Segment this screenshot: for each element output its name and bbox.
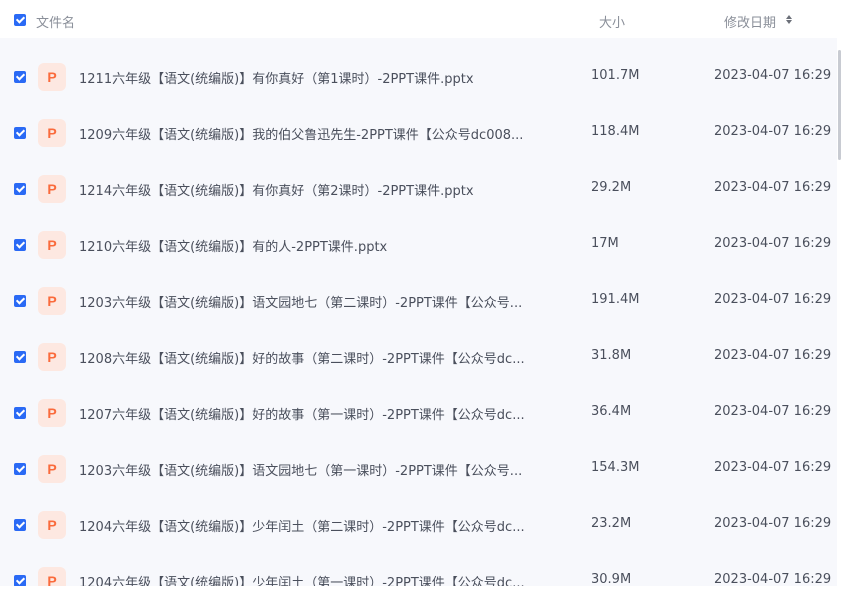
row-checkbox[interactable] [14, 295, 26, 307]
file-modified-date: 2023-04-07 16:29 [714, 292, 832, 307]
file-size: 118.4M [591, 124, 640, 139]
ppt-file-icon-letter: P [47, 69, 57, 85]
ppt-file-icon: P [38, 175, 66, 203]
row-checkbox[interactable] [14, 351, 26, 363]
file-name[interactable]: 1204六年级【语文(统编版)】少年闰土（第一课时）-2PPT课件【公众号dc.… [79, 572, 559, 586]
file-size: 101.7M [591, 68, 640, 83]
file-name[interactable]: 1209六年级【语文(统编版)】我的伯父鲁迅先生-2PPT课件【公众号dc008… [79, 124, 559, 143]
row-checkbox[interactable] [14, 239, 26, 251]
ppt-file-icon-letter: P [47, 573, 57, 586]
ppt-file-icon: P [38, 63, 66, 91]
ppt-file-icon: P [38, 399, 66, 427]
ppt-file-icon: P [38, 287, 66, 315]
file-size: 154.3M [591, 460, 640, 475]
ppt-file-icon: P [38, 231, 66, 259]
file-modified-date: 2023-04-07 16:29 [714, 404, 832, 419]
ppt-file-icon: P [38, 343, 66, 371]
file-row[interactable]: P 1204六年级【语文(统编版)】少年闰土（第二课时）-2PPT课件【公众号dc… [0, 497, 837, 553]
column-header-name[interactable]: 文件名 [36, 12, 75, 31]
ppt-file-icon: P [38, 119, 66, 147]
column-header-date[interactable]: 修改日期 [724, 12, 776, 31]
file-modified-date: 2023-04-07 16:29 [714, 348, 832, 363]
file-name[interactable]: 1210六年级【语文(统编版)】有的人-2PPT课件.pptx [79, 236, 559, 255]
file-size: 17M [591, 236, 619, 251]
file-row[interactable]: P 1214六年级【语文(统编版)】有你真好（第2课时）-2PPT课件.pptx 2… [0, 161, 837, 217]
file-row[interactable]: P 1203六年级【语文(统编版)】语文园地七（第一课时）-2PPT课件【公众号.… [0, 441, 837, 497]
file-name[interactable]: 1211六年级【语文(统编版)】有你真好（第1课时）-2PPT课件.pptx [79, 68, 559, 87]
ppt-file-icon-letter: P [47, 349, 57, 365]
file-name[interactable]: 1208六年级【语文(统编版)】好的故事（第二课时）-2PPT课件【公众号dc.… [79, 348, 559, 367]
file-name[interactable]: 1203六年级【语文(统编版)】语文园地七（第一课时）-2PPT课件【公众号..… [79, 460, 559, 479]
file-name[interactable]: 1204六年级【语文(统编版)】少年闰土（第二课时）-2PPT课件【公众号dc.… [79, 516, 559, 535]
file-row[interactable]: P 1203六年级【语文(统编版)】语文园地七（第二课时）-2PPT课件【公众号.… [0, 273, 837, 329]
file-list: P 1211六年级【语文(统编版)】有你真好（第1课时）-2PPT课件.pptx 1… [0, 38, 837, 586]
file-modified-date: 2023-04-07 16:29 [714, 516, 832, 531]
sort-icon[interactable] [786, 15, 792, 25]
file-modified-date: 2023-04-07 16:29 [714, 68, 832, 83]
row-checkbox[interactable] [14, 575, 26, 586]
row-checkbox[interactable] [14, 407, 26, 419]
scrollbar[interactable] [837, 38, 841, 586]
row-checkbox[interactable] [14, 127, 26, 139]
file-row[interactable]: P 1208六年级【语文(统编版)】好的故事（第二课时）-2PPT课件【公众号dc… [0, 329, 837, 385]
file-size: 31.8M [591, 348, 632, 363]
file-name[interactable]: 1214六年级【语文(统编版)】有你真好（第2课时）-2PPT课件.pptx [79, 180, 559, 199]
file-size: 191.4M [591, 292, 640, 307]
file-size: 23.2M [591, 516, 632, 531]
row-checkbox[interactable] [14, 519, 26, 531]
row-checkbox[interactable] [14, 183, 26, 195]
file-row[interactable]: P 1210六年级【语文(统编版)】有的人-2PPT课件.pptx 17M 2023-… [0, 217, 837, 273]
file-row[interactable]: P 1209六年级【语文(统编版)】我的伯父鲁迅先生-2PPT课件【公众号dc00… [0, 105, 837, 161]
file-modified-date: 2023-04-07 16:29 [714, 236, 832, 251]
file-size: 36.4M [591, 404, 632, 419]
ppt-file-icon-letter: P [47, 237, 57, 253]
row-checkbox[interactable] [14, 463, 26, 475]
file-list-header: 文件名 大小 修改日期 [0, 0, 841, 38]
file-modified-date: 2023-04-07 16:29 [714, 124, 832, 139]
file-name[interactable]: 1207六年级【语文(统编版)】好的故事（第一课时）-2PPT课件【公众号dc.… [79, 404, 559, 423]
file-modified-date: 2023-04-07 16:29 [714, 180, 832, 195]
file-modified-date: 2023-04-07 16:29 [714, 572, 832, 586]
file-row[interactable]: P 1207六年级【语文(统编版)】好的故事（第一课时）-2PPT课件【公众号dc… [0, 385, 837, 441]
ppt-file-icon-letter: P [47, 405, 57, 421]
file-name[interactable]: 1203六年级【语文(统编版)】语文园地七（第二课时）-2PPT课件【公众号..… [79, 292, 559, 311]
ppt-file-icon-letter: P [47, 181, 57, 197]
row-checkbox[interactable] [14, 71, 26, 83]
file-modified-date: 2023-04-07 16:29 [714, 460, 832, 475]
ppt-file-icon-letter: P [47, 125, 57, 141]
file-row[interactable]: P 1211六年级【语文(统编版)】有你真好（第1课时）-2PPT课件.pptx 1… [0, 49, 837, 105]
ppt-file-icon-letter: P [47, 517, 57, 533]
ppt-file-icon-letter: P [47, 293, 57, 309]
file-size: 29.2M [591, 180, 632, 195]
ppt-file-icon: P [38, 511, 66, 539]
ppt-file-icon: P [38, 455, 66, 483]
ppt-file-icon: P [38, 567, 66, 586]
file-row[interactable]: P 1204六年级【语文(统编版)】少年闰土（第一课时）-2PPT课件【公众号dc… [0, 553, 837, 586]
ppt-file-icon-letter: P [47, 461, 57, 477]
select-all-checkbox[interactable] [14, 14, 26, 26]
file-size: 30.9M [591, 572, 632, 586]
column-header-size[interactable]: 大小 [599, 12, 625, 31]
